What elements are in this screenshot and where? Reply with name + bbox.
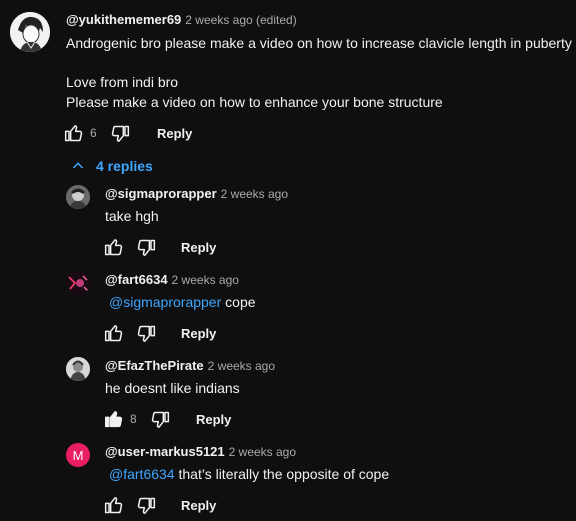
dislike-button[interactable] (136, 324, 156, 344)
reply-handle[interactable]: @user-markus5121 (105, 444, 225, 459)
dislike-button[interactable] (136, 238, 156, 258)
commenter-handle[interactable]: @yukithememer69 (66, 12, 181, 27)
like-button[interactable] (64, 123, 84, 143)
reply-timestamp[interactable]: 2 weeks ago (208, 359, 275, 373)
photo-avatar-icon (66, 271, 90, 295)
reply-button[interactable]: Reply (157, 126, 192, 141)
reply-avatar[interactable] (66, 271, 90, 295)
reply-body: cope (221, 294, 256, 310)
reply-header: @fart6634 2 weeks ago (105, 272, 239, 287)
mention-link[interactable]: @fart6634 (109, 466, 175, 482)
replies-toggle-label: 4 replies (96, 158, 153, 174)
reply-text: he doesnt like indians (105, 379, 240, 397)
like-button[interactable] (104, 323, 124, 343)
comment-timestamp[interactable]: 2 weeks ago (edited) (185, 13, 296, 27)
like-count: 8 (130, 412, 137, 426)
reply-avatar[interactable] (66, 185, 90, 209)
reply-button[interactable]: Reply (181, 240, 216, 255)
comment-text-line-2: Love from indi bro (66, 74, 179, 90)
reply-body: he doesnt like indians (105, 380, 240, 396)
thumbs-up-icon (104, 325, 123, 342)
chevron-up-icon (72, 162, 84, 169)
reply-timestamp[interactable]: 2 weeks ago (221, 187, 288, 201)
photo-avatar-icon (66, 357, 90, 381)
reply-handle[interactable]: @EfazThePirate (105, 358, 204, 373)
thumbs-down-icon (111, 125, 130, 142)
commenter-avatar[interactable] (10, 12, 50, 52)
reply-text: take hgh (105, 207, 159, 225)
reply-header: @EfazThePirate 2 weeks ago (105, 358, 275, 373)
photo-avatar-icon (66, 185, 90, 209)
dislike-button[interactable] (136, 496, 156, 516)
reply-text: @fart6634 that’s literally the opposite … (109, 465, 389, 483)
reply-button[interactable]: Reply (181, 326, 216, 341)
dislike-button[interactable] (150, 410, 170, 430)
thumbs-down-icon (137, 239, 156, 256)
like-button[interactable] (104, 495, 124, 515)
dislike-button[interactable] (110, 124, 130, 144)
like-button-active[interactable] (104, 409, 124, 429)
reply-handle[interactable]: @fart6634 (105, 272, 168, 287)
reply-timestamp[interactable]: 2 weeks ago (172, 273, 239, 287)
reply-body: that’s literally the opposite of cope (174, 466, 390, 482)
reply-button[interactable]: Reply (196, 412, 231, 427)
comment-header: @yukithememer69 2 weeks ago (edited) (66, 12, 297, 27)
thumbs-up-filled-icon (105, 411, 123, 428)
reply-header: @user-markus5121 2 weeks ago (105, 444, 296, 459)
reply-handle[interactable]: @sigmaprorapper (105, 186, 217, 201)
reply-avatar[interactable] (66, 357, 90, 381)
anime-avatar-icon (10, 12, 50, 52)
like-count: 6 (90, 126, 97, 140)
comment-text-line-1: Androgenic bro please make a video on ho… (66, 35, 572, 51)
avatar-letter: M (72, 447, 84, 463)
thumbs-down-icon (137, 497, 156, 514)
reply-text: @sigmaprorapper cope (109, 293, 256, 311)
thumbs-up-icon (64, 125, 83, 142)
thumbs-up-icon (104, 497, 123, 514)
reply-timestamp[interactable]: 2 weeks ago (229, 445, 296, 459)
thumbs-up-icon (104, 239, 123, 256)
like-button[interactable] (104, 237, 124, 257)
thumbs-down-icon (137, 325, 156, 342)
reply-avatar-letter[interactable]: M (66, 443, 90, 467)
thumbs-down-icon (151, 411, 170, 428)
mention-link[interactable]: @sigmaprorapper (109, 294, 221, 310)
comment-text-line-3: Please make a video on how to enhance yo… (66, 94, 443, 110)
reply-header: @sigmaprorapper 2 weeks ago (105, 186, 288, 201)
reply-body: take hgh (105, 208, 159, 224)
replies-toggle[interactable]: 4 replies (70, 158, 153, 174)
